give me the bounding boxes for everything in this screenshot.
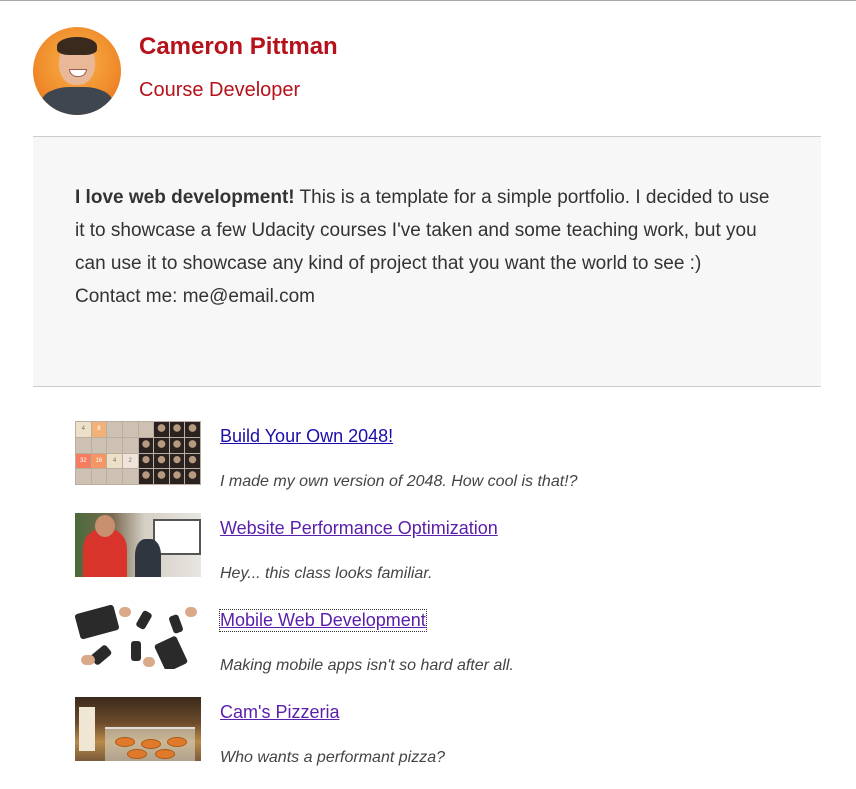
pizza-icon [115, 737, 135, 747]
portrait-tile [185, 469, 200, 484]
project-item-2048: 4 8 32 16 4 2 Build Your Own 2048! I made my … [75, 421, 775, 503]
tile-2048: 2 [122, 453, 138, 469]
tile-2048: 16 [91, 453, 107, 469]
tile-2048 [122, 422, 138, 437]
portrait-tile [138, 469, 154, 484]
tile-2048 [76, 437, 91, 453]
profile-role: Course Developer [139, 79, 301, 101]
portrait-tile [185, 422, 200, 437]
hand [119, 607, 131, 617]
portrait-tile [138, 422, 154, 437]
tile-2048: 32 [76, 453, 91, 469]
profile-name: Cameron Pittman [139, 33, 338, 60]
pizza-icon [155, 749, 175, 759]
avatar-hair [57, 37, 97, 55]
hand [81, 655, 95, 665]
project-link-pizzeria[interactable]: Cam's Pizzeria [220, 702, 339, 723]
portrait-tile [154, 453, 169, 469]
project-link-perf[interactable]: Website Performance Optimization [220, 518, 498, 539]
portrait-tile [138, 453, 154, 469]
portrait-tile [169, 422, 185, 437]
project-thumb-perf[interactable] [75, 513, 201, 577]
project-desc-mobile: Making mobile apps isn't so hard after a… [220, 657, 514, 674]
portrait-tile [138, 437, 154, 453]
intro-section: I love web development! This is a templa… [33, 136, 821, 387]
avatar-shirt [41, 87, 113, 115]
tile-2048 [122, 437, 138, 453]
device-tablet [153, 635, 189, 669]
thumb-head [95, 515, 115, 537]
device-phone [131, 641, 141, 661]
pizza-icon [167, 737, 187, 747]
tile-2048 [107, 437, 122, 453]
tile-2048 [91, 437, 107, 453]
portrait-tile [185, 453, 200, 469]
thumb-person-2 [135, 539, 161, 577]
project-link-2048[interactable]: Build Your Own 2048! [220, 426, 393, 447]
tile-2048 [76, 469, 91, 484]
profile-avatar [33, 27, 121, 115]
hand [143, 657, 155, 667]
tile-2048: 4 [107, 453, 122, 469]
project-desc-perf: Hey... this class looks familiar. [220, 565, 433, 582]
portrait-tile [169, 437, 185, 453]
portrait-tile [169, 469, 185, 484]
hand [185, 607, 197, 617]
portrait-tile [169, 453, 185, 469]
tile-2048: 4 [76, 422, 91, 437]
portrait-tile [154, 422, 169, 437]
project-item-pizzeria: Cam's Pizzeria Who wants a performant pi… [75, 697, 775, 779]
project-link-mobile[interactable]: Mobile Web Development [219, 609, 427, 632]
project-desc-2048: I made my own version of 2048. How cool … [220, 473, 578, 490]
pizza-icon [141, 739, 161, 749]
portrait-tile [154, 437, 169, 453]
thumb-sign [79, 707, 95, 751]
portrait-tile [185, 437, 200, 453]
project-desc-pizzeria: Who wants a performant pizza? [220, 749, 445, 766]
profile-header: Cameron Pittman Course Developer [33, 27, 821, 135]
intro-bold: I love web development! [75, 187, 295, 208]
portrait-tile [154, 469, 169, 484]
intro-text: I love web development! This is a templa… [75, 181, 775, 313]
project-thumb-mobile[interactable] [75, 605, 201, 669]
project-thumb-2048[interactable]: 4 8 32 16 4 2 [75, 421, 201, 485]
tile-2048 [107, 469, 122, 484]
project-item-perf: Website Performance Optimization Hey... … [75, 513, 775, 595]
contact-line: Contact me: me@email.com [75, 286, 315, 307]
project-item-mobile: Mobile Web Development Making mobile app… [75, 605, 775, 687]
device-phone [135, 609, 153, 631]
tile-2048 [91, 469, 107, 484]
device-phone [168, 613, 184, 635]
device-tablet [75, 605, 120, 640]
project-thumb-pizzeria[interactable] [75, 697, 201, 761]
tile-2048 [107, 422, 122, 437]
tile-2048: 8 [91, 422, 107, 437]
pizza-icon [127, 749, 147, 759]
tile-2048 [122, 469, 138, 484]
